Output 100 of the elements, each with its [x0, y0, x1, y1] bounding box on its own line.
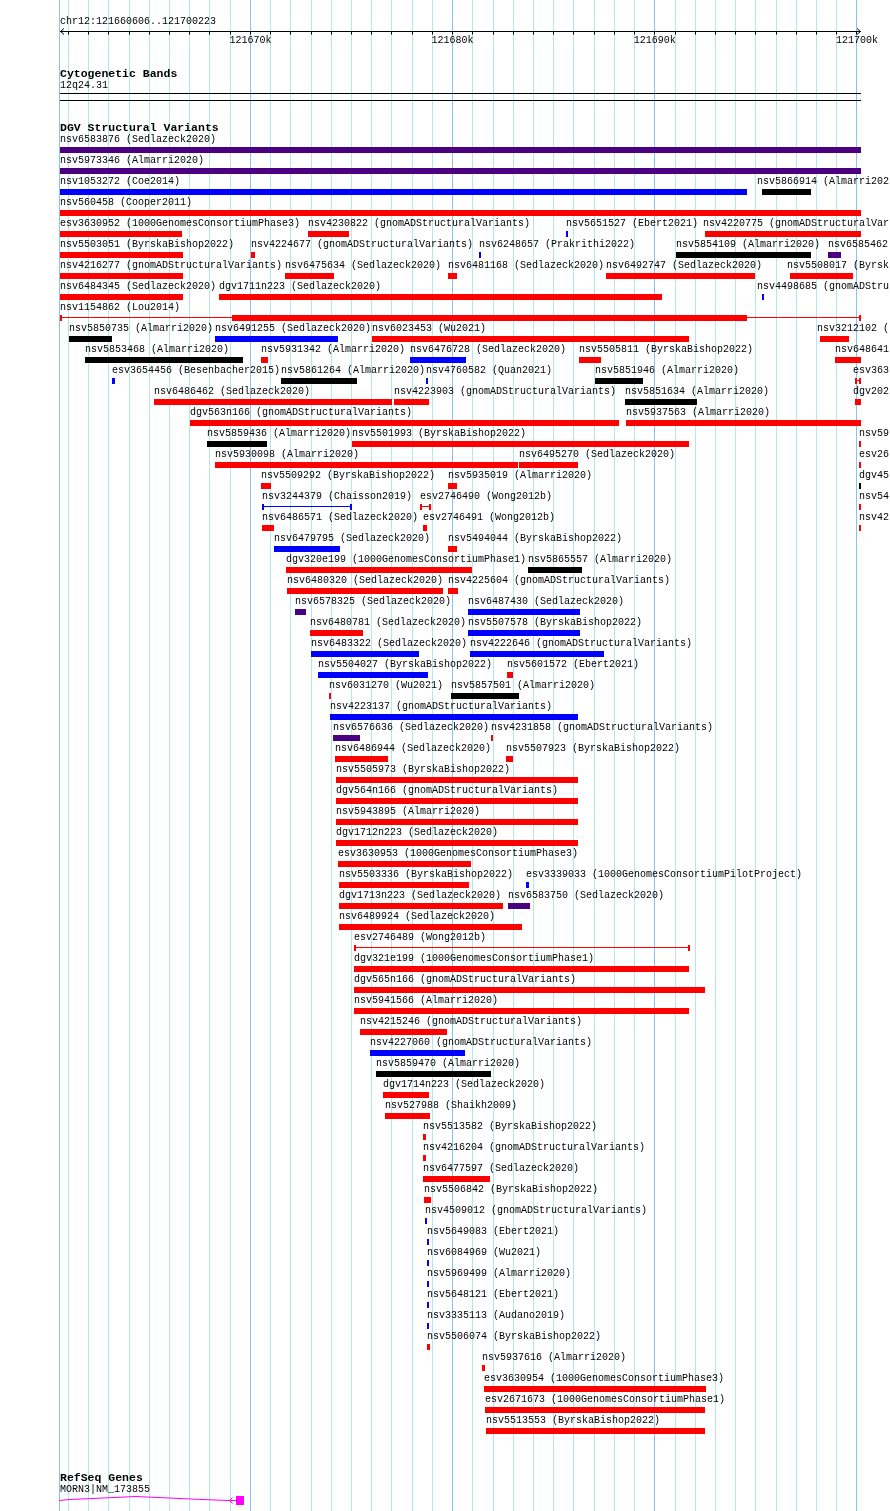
variant-label: dgv45	[859, 470, 889, 481]
variant-label: nsv6583876 (Sedlazeck2020)	[60, 134, 217, 145]
variant-label: nsv5513553 (ByrskaBishop2022)	[486, 1415, 661, 1426]
variant-label: nsv6489924 (Sedlazeck2020)	[339, 911, 496, 922]
track-title: RefSeq Genes	[60, 1471, 143, 1484]
variant-label: nsv6475634 (Sedlazeck2020)	[285, 260, 442, 271]
variant-label: esv363	[853, 365, 889, 376]
variant-label: nsv6479795 (Sedlazeck2020)	[274, 533, 431, 544]
variant-range-line[interactable]	[855, 378, 861, 384]
variant-label: nsv5937563 (Almarri2020)	[626, 407, 771, 418]
variant-label: nsv5503336 (ByrskaBishop2022)	[339, 869, 514, 880]
variant-label: nsv648641	[835, 344, 889, 355]
variant-label: nsv6583750 (Sedlazeck2020)	[508, 890, 665, 901]
variant-label: nsv5503051 (ByrskaBishop2022)	[60, 239, 235, 250]
variant-label: dgv1712n223 (Sedlazeck2020)	[336, 827, 499, 838]
variant-label: nsv6480781 (Sedlazeck2020)	[310, 617, 467, 628]
variant-label: nsv5513582 (ByrskaBishop2022)	[423, 1121, 598, 1132]
variant-label: nsv5601572 (Ebert2021)	[507, 659, 640, 670]
variant-bar[interactable]	[60, 315, 861, 321]
variant-label: nsv6585462	[828, 239, 888, 250]
variant-label: nsv5865557 (Almarri2020)	[528, 554, 673, 565]
variant-label: nsv5651527 (Ebert2021)	[566, 218, 699, 229]
tick-label: 121700k	[836, 35, 878, 46]
variant-label: nsv4225604 (gnomADStructuralVariants)	[448, 575, 671, 586]
variant-range-line[interactable]	[354, 945, 690, 951]
variant-label: nsv4215246 (gnomADStructuralVariants)	[360, 1016, 583, 1027]
variant-label: nsv4216204 (gnomADStructuralVariants)	[423, 1142, 646, 1153]
variant-range-line[interactable]	[262, 504, 352, 510]
variant-label: nsv5943895 (Almarri2020)	[336, 806, 481, 817]
variant-label: nsv5506074 (ByrskaBishop2022)	[427, 1331, 602, 1342]
variant-label: nsv4230822 (gnomADStructuralVariants)	[308, 218, 531, 229]
variant-label: dgv1711n223 (Sedlazeck2020)	[219, 281, 382, 292]
variant-label: nsv5866914 (Almarri202	[757, 176, 890, 187]
variant-label: nsv6484345 (Sedlazeck2020)	[60, 281, 217, 292]
variant-label: nsv42	[859, 512, 889, 523]
variant-label: nsv6023453 (Wu2021)	[372, 323, 487, 334]
variant-label: nsv3212102 (	[817, 323, 889, 334]
variant-label: nsv6492747 (Sedlazeck2020)	[606, 260, 763, 271]
variant-label: nsv5859470 (Almarri2020)	[376, 1058, 521, 1069]
gene-label: MORN3|NM_173855	[60, 1484, 150, 1495]
variant-label: esv3630954 (1000GenomesConsortiumPhase3)	[484, 1373, 725, 1384]
tick-label: 121670k	[229, 35, 272, 46]
variant-label: dgv563n166 (gnomADStructuralVariants)	[190, 407, 413, 418]
variant-label: nsv6476728 (Sedlazeck2020)	[410, 344, 567, 355]
variant-label: nsv5853468 (Almarri2020)	[85, 344, 230, 355]
variant-label: nsv4760582 (Quan2021)	[426, 365, 553, 376]
variant-label: nsv4498685 (gnomADStru	[757, 281, 890, 292]
variant-label: nsv54	[859, 491, 889, 502]
variant-range-line[interactable]	[420, 504, 431, 510]
variant-label: nsv5861264 (Almarri2020)	[281, 365, 426, 376]
variant-label: nsv6486571 (Sedlazeck2020)	[262, 512, 419, 523]
variant-label: nsv4224677 (gnomADStructuralVariants)	[251, 239, 474, 250]
variant-label: nsv3335113 (Audano2019)	[427, 1310, 566, 1321]
variant-label: nsv5509292 (ByrskaBishop2022)	[261, 470, 436, 481]
variant-label: dgv1713n223 (Sedlazeck2020)	[339, 890, 502, 901]
variant-label: nsv4227060 (gnomADStructuralVariants)	[370, 1037, 593, 1048]
variant-label: nsv6486944 (Sedlazeck2020)	[335, 743, 492, 754]
variant-label: dgv320e199 (1000GenomesConsortiumPhase1)	[286, 554, 527, 565]
variant-label: nsv6487430 (Sedlazeck2020)	[468, 596, 625, 607]
variant-label: nsv560458 (Cooper2011)	[60, 197, 193, 208]
variant-label: nsv5854109 (Almarri2020)	[676, 239, 821, 250]
variant-label: nsv5969499 (Almarri2020)	[427, 1268, 572, 1279]
variant-label: dgv565n166 (gnomADStructuralVariants)	[354, 974, 577, 985]
variant-label: nsv3244379 (Chaisson2019)	[262, 491, 413, 502]
variant-label: nsv5504027 (ByrskaBishop2022)	[318, 659, 493, 670]
variant-label: nsv6576636 (Sedlazeck2020)	[333, 722, 490, 733]
variant-label: esv26	[859, 449, 889, 460]
variant-label: nsv6084969 (Wu2021)	[427, 1247, 542, 1258]
variant-label: nsv6486462 (Sedlazeck2020)	[154, 386, 311, 397]
tick-label: 121680k	[431, 35, 474, 46]
track-title: Cytogenetic Bands	[60, 67, 178, 80]
variant-label: nsv5930098 (Almarri2020)	[215, 449, 360, 460]
variant-label: esv3339033 (1000GenomesConsortiumPilotProject)	[526, 869, 803, 880]
variant-label: dgv564n166 (gnomADStructuralVariants)	[336, 785, 559, 796]
variant-label: nsv5507923 (ByrskaBishop2022)	[506, 743, 681, 754]
variant-label: nsv4222646 (gnomADStructuralVariants)	[470, 638, 693, 649]
variant-label: dgv321e199 (1000GenomesConsortiumPhase1)	[354, 953, 595, 964]
gene-model[interactable]	[58, 1496, 244, 1505]
variant-label: nsv6491255 (Sedlazeck2020)	[215, 323, 372, 334]
variant-label: nsv5859436 (Almarri2020)	[207, 428, 352, 439]
variant-label: nsv5494044 (ByrskaBishop2022)	[448, 533, 623, 544]
variant-label: nsv59	[859, 428, 889, 439]
variant-label: esv3654456 (Besenbacher2015)	[112, 365, 281, 376]
variant-label: esv2671673 (1000GenomesConsortiumPhase1)	[485, 1394, 726, 1405]
variant-label: esv2746490 (Wong2012b)	[420, 491, 553, 502]
variant-label: nsv4216277 (gnomADStructuralVariants)	[60, 260, 283, 271]
variant-label: nsv5648121 (Ebert2021)	[427, 1289, 560, 1300]
variant-label: esv2746489 (Wong2012b)	[354, 932, 487, 943]
variant-label: nsv5857501 (Almarri2020)	[451, 680, 596, 691]
variant-label: nsv5851946 (Almarri2020)	[595, 365, 740, 376]
variant-label: nsv1154862 (Lou2014)	[60, 302, 181, 313]
variant-label: nsv527988 (Shaikh2009)	[385, 1100, 518, 1111]
variant-label: nsv5935019 (Almarri2020)	[448, 470, 593, 481]
variant-label: nsv5505973 (ByrskaBishop2022)	[336, 764, 511, 775]
band-label: 12q24.31	[60, 80, 108, 91]
variant-label: nsv4223903 (gnomADStructuralVariants)	[394, 386, 617, 397]
variant-label: nsv5507578 (ByrskaBishop2022)	[468, 617, 643, 628]
variant-label: esv3630952 (1000GenomesConsortiumPhase3)	[60, 218, 301, 229]
variant-label: nsv4223137 (gnomADStructuralVariants)	[330, 701, 553, 712]
variant-label: nsv6248657 (Prakrithi2022)	[479, 239, 636, 250]
